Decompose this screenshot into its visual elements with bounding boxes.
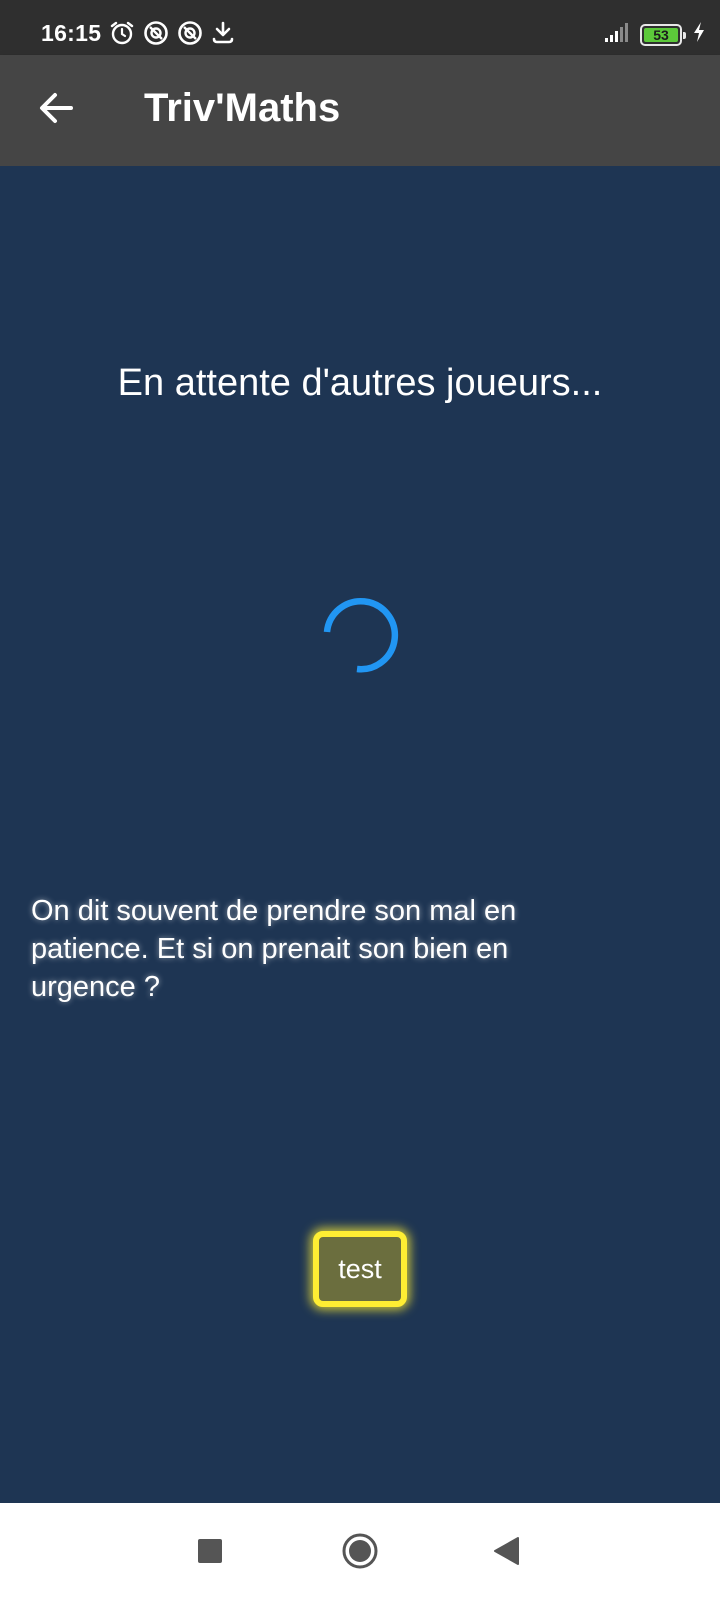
back-triangle-icon (492, 1536, 520, 1571)
arrow-left-icon (37, 89, 75, 132)
app-title: Triv'Maths (144, 86, 341, 130)
main-content: En attente d'autres joueurs... On dit so… (0, 166, 720, 1503)
charging-icon (692, 21, 706, 48)
home-circle-icon (341, 1532, 379, 1575)
battery-icon: 53 (640, 23, 686, 46)
recents-square-icon (197, 1538, 223, 1569)
test-button[interactable]: test (313, 1231, 407, 1307)
notification-icon (177, 20, 203, 46)
alarm-icon (109, 20, 135, 46)
notification-icon (143, 20, 169, 46)
battery-level: 53 (653, 26, 669, 43)
navigation-bar (0, 1503, 720, 1600)
recents-button[interactable] (188, 1531, 232, 1575)
back-button[interactable] (30, 84, 82, 136)
app-bar: Triv'Maths (0, 55, 720, 166)
download-icon (211, 20, 235, 46)
loading-spinner (323, 598, 399, 673)
quote-text: On dit souvent de prendre son mal en pat… (31, 895, 517, 1003)
status-bar: 16:15 53 (0, 0, 720, 55)
home-button[interactable] (338, 1531, 382, 1575)
status-icons-right: 53 (604, 21, 706, 48)
signal-icon (604, 21, 632, 48)
back-nav-button[interactable] (484, 1531, 528, 1575)
battery-fill: 53 (644, 26, 678, 43)
waiting-message: En attente d'autres joueurs... (117, 362, 603, 404)
status-time: 16:15 (41, 20, 102, 46)
status-icons-left (109, 20, 235, 46)
battery-cap (683, 31, 686, 39)
